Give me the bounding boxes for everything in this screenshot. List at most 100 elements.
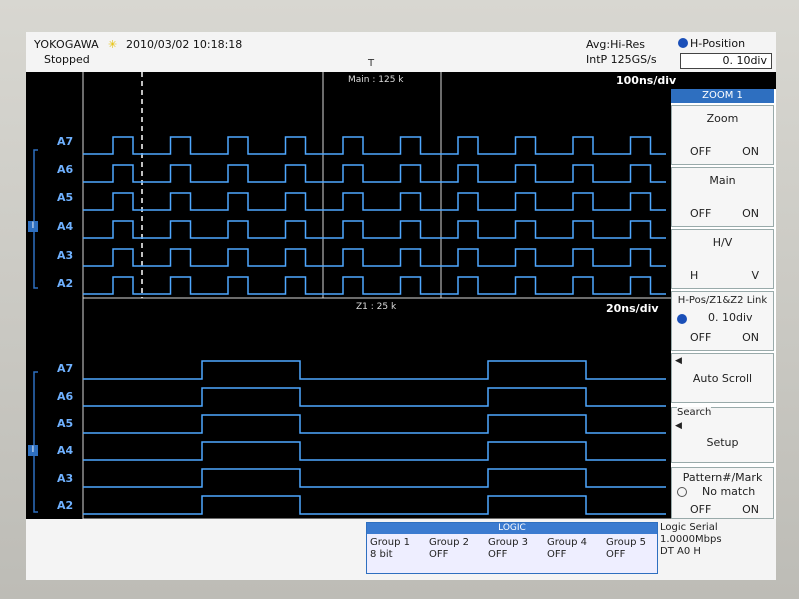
hv-v: V	[751, 269, 759, 282]
group-name: Group 4	[547, 537, 587, 548]
pattern-label: Pattern#/Mark	[682, 471, 763, 484]
search-setup-label: Setup	[706, 436, 739, 449]
group-icon: I	[28, 221, 38, 232]
main-toggle-button[interactable]: Main OFF ON	[671, 167, 774, 227]
arrow-left-icon: ◀	[675, 356, 682, 366]
zoom-off: OFF	[690, 145, 712, 158]
zoom-on: ON	[742, 145, 759, 158]
channel-label: A5	[57, 191, 74, 204]
zoom-trace	[83, 495, 666, 515]
main-trace	[83, 192, 666, 211]
hposition-field[interactable]: 0. 10div	[680, 53, 772, 69]
channel-label: A7	[57, 135, 74, 148]
knob-icon	[677, 314, 687, 324]
serial-bitrate: 1.0000Mbps	[660, 534, 722, 545]
pattern-mark-button[interactable]: Pattern#/Mark No match OFF ON	[671, 467, 774, 519]
logic-serial-info: Logic Serial 1.0000Mbps DT A0 H	[660, 522, 722, 558]
hpos-link-on: ON	[742, 331, 759, 344]
group-name: Group 5	[606, 537, 646, 548]
hv-h: H	[690, 269, 699, 282]
auto-scroll-button[interactable]: ◀ Auto Scroll	[671, 353, 774, 403]
status-bar: YOKOGAWA ✳ 2010/03/02 10:18:18 Stopped A…	[26, 32, 776, 72]
knob-icon	[678, 38, 688, 48]
channel-label: A6	[57, 390, 74, 403]
group-value: OFF	[488, 549, 508, 560]
group-bracket-main	[33, 149, 38, 289]
logic-group: Group 3 OFF	[488, 537, 546, 561]
main-trace	[83, 164, 666, 183]
group-icon: I	[28, 445, 38, 456]
zoom-trace	[83, 468, 666, 488]
channel-label: A7	[57, 362, 74, 375]
logic-group: Group 18 bit	[370, 537, 428, 561]
zoom-label: Zoom	[706, 112, 739, 125]
datetime: 2010/03/02 10:18:18	[126, 38, 243, 51]
logic-title: LOGIC	[367, 523, 657, 534]
sun-icon: ✳	[108, 38, 118, 51]
auto-scroll-label: Auto Scroll	[692, 372, 753, 385]
main-label: Main	[709, 174, 736, 187]
channel-label: A2	[57, 277, 74, 290]
waveform-area	[33, 72, 671, 519]
logic-group: Group 2 OFF	[429, 537, 487, 561]
main-trace	[83, 276, 666, 295]
channel-label: A5	[57, 417, 74, 430]
zoom-timebase: 20ns/div	[606, 302, 659, 315]
channel-label: A6	[57, 163, 74, 176]
menu-title: ZOOM 1	[671, 89, 774, 103]
channel-label: A3	[57, 249, 74, 262]
hv-button[interactable]: H/V H V	[671, 229, 774, 289]
zoom-toggle-button[interactable]: Zoom OFF ON	[671, 105, 774, 165]
logic-group: Group 4 OFF	[547, 537, 605, 561]
serial-dt: DT A0 H	[660, 546, 701, 557]
pattern-value: No match	[702, 485, 756, 498]
channel-label: A2	[57, 499, 74, 512]
channel-label: A3	[57, 472, 74, 485]
main-on: ON	[742, 207, 759, 220]
hposition-label-text: H-Position	[690, 37, 746, 50]
hpos-link-value: 0. 10div	[708, 311, 753, 324]
logic-group-panel[interactable]: LOGIC Group 18 bit Group 2 OFF Group 3 OFF…	[366, 522, 658, 574]
zoom-trace	[83, 414, 666, 434]
zoom-traces	[83, 360, 666, 515]
hposition-label: H-Position	[678, 37, 745, 50]
group-value: 8 bit	[370, 549, 393, 560]
trigger-marker-icon: T	[368, 58, 375, 69]
hpos-link-button[interactable]: H-Pos/Z1&Z2 Link 0. 10div OFF ON	[671, 291, 774, 351]
channel-label: A4	[57, 444, 74, 457]
main-traces	[83, 136, 666, 295]
softkey-panel: ZOOM 1 Zoom OFF ON Main OFF ON H/V H V H…	[671, 89, 776, 519]
pattern-off: OFF	[690, 503, 712, 516]
arrow-left-icon: ◀	[675, 421, 682, 431]
pattern-on: ON	[742, 503, 759, 516]
acq-mode: Avg:Hi-Res	[586, 38, 646, 51]
group-value: OFF	[547, 549, 567, 560]
main-trace	[83, 136, 666, 155]
group-name: Group 2	[429, 537, 469, 548]
logic-group: Group 5 OFF	[606, 537, 664, 561]
radio-icon	[677, 487, 687, 497]
sample-rate: IntP 125GS/s	[586, 53, 657, 66]
group-name: Group 1	[370, 537, 410, 548]
search-setup-button[interactable]: Search ◀ Setup	[671, 407, 774, 463]
main-trace	[83, 220, 666, 239]
group-value: OFF	[429, 549, 449, 560]
main-off: OFF	[690, 207, 712, 220]
main-timebase: 100ns/div	[616, 74, 677, 87]
zoom-trace	[83, 360, 666, 380]
group-value: OFF	[606, 549, 626, 560]
zoom-window-label: Z1 : 25 k	[356, 302, 397, 312]
search-section-label: Search	[677, 407, 712, 418]
main-window-label: Main : 125 k	[348, 75, 404, 85]
brand-label: YOKOGAWA	[34, 38, 99, 51]
hpos-link-label: H-Pos/Z1&Z2 Link	[677, 295, 768, 306]
serial-label: Logic Serial	[660, 522, 718, 533]
zoom-trace	[83, 441, 666, 461]
hpos-link-off: OFF	[690, 331, 712, 344]
channel-label: A4	[57, 220, 74, 233]
bottom-info-bar: LOGIC Group 18 bit Group 2 OFF Group 3 OFF…	[26, 519, 776, 580]
main-trace	[83, 248, 666, 267]
group-name: Group 3	[488, 537, 528, 548]
group-bracket-zoom	[33, 371, 38, 513]
oscilloscope-screen: YOKOGAWA ✳ 2010/03/02 10:18:18 Stopped A…	[26, 32, 776, 580]
